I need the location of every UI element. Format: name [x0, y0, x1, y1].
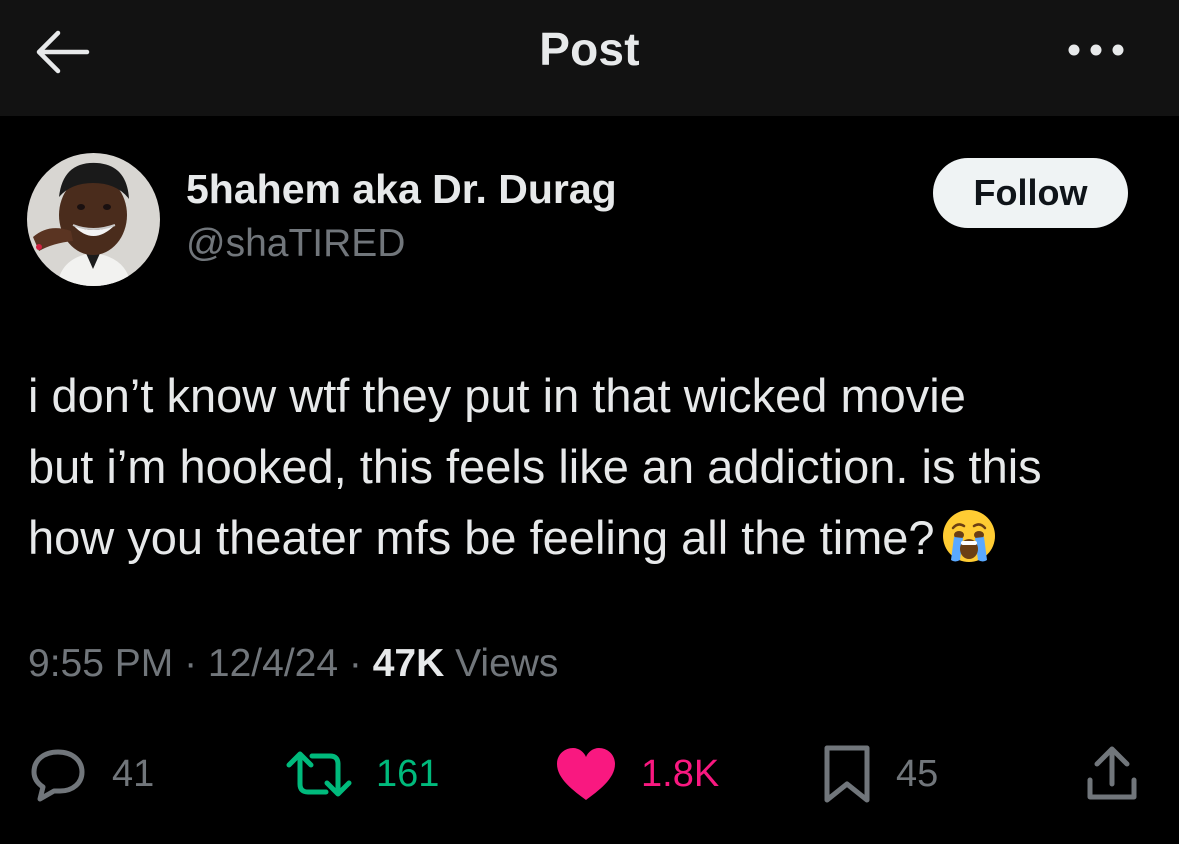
separator: ·	[173, 642, 208, 685]
post-time[interactable]: 9:55 PM	[28, 642, 173, 685]
separator: ·	[338, 642, 373, 685]
bookmark-count: 45	[896, 752, 939, 795]
page-title: Post	[539, 23, 640, 75]
share-button[interactable]	[1084, 742, 1140, 806]
post-text-line: how you theater mfs be feeling all the t…	[28, 502, 1158, 573]
top-bar: Post	[0, 0, 1179, 116]
bookmark-icon	[824, 745, 870, 803]
reply-icon	[31, 749, 85, 802]
author-display-name[interactable]: 5hahem aka Dr. Durag	[186, 166, 617, 213]
post-text-line: i don’t know wtf they put in that wicked…	[28, 369, 966, 422]
post-text-line: but i’m hooked, this feels like an addic…	[28, 440, 1042, 493]
post-meta: 9:55 PM · 12/4/24 · 47K Views	[28, 642, 558, 686]
crying-face-emoji-icon	[942, 510, 995, 562]
avatar[interactable]	[27, 153, 160, 286]
repost-count: 161	[376, 752, 440, 795]
views-label[interactable]: Views	[444, 642, 558, 685]
avatar-image	[27, 153, 160, 286]
more-icon	[1068, 44, 1124, 56]
views-count[interactable]: 47K	[373, 642, 445, 685]
repost-icon	[286, 751, 352, 797]
reply-count: 41	[112, 752, 155, 795]
bookmark-button[interactable]: 45	[822, 742, 938, 806]
post-text: i don’t know wtf they put in that wicked…	[28, 360, 1158, 573]
more-options-button[interactable]	[1060, 28, 1132, 72]
follow-button[interactable]: Follow	[933, 158, 1128, 228]
share-icon	[1087, 746, 1137, 800]
like-count: 1.8K	[641, 752, 720, 795]
post-text-line-content: how you theater mfs be feeling all the t…	[28, 511, 935, 564]
like-heart-icon	[557, 748, 615, 800]
like-button[interactable]: 1.8K	[555, 742, 719, 806]
post-date[interactable]: 12/4/24	[208, 642, 338, 685]
repost-button[interactable]: 161	[286, 742, 439, 806]
reply-button[interactable]: 41	[28, 742, 154, 806]
author-handle[interactable]: @shaTIRED	[186, 222, 405, 266]
